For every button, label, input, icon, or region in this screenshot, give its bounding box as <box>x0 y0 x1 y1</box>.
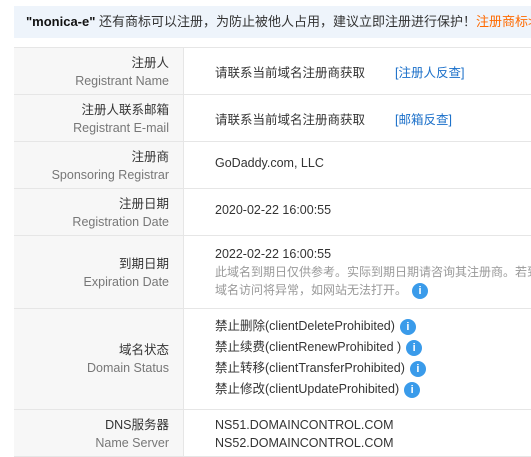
info-icon[interactable]: i <box>412 282 429 299</box>
value-email: 请联系当前域名注册商获取 [邮箱反查] <box>215 95 531 128</box>
label-zh: 域名状态 <box>118 343 169 357</box>
value-registrar: GoDaddy.com, LLC <box>215 156 324 170</box>
notice-brand: "monica-e" <box>26 14 96 29</box>
row-registrar: 注册商 Sponsoring Registrar GoDaddy.com, LL… <box>14 142 531 189</box>
status-text: 禁止修改(clientUpdateProhibited) <box>215 382 400 396</box>
name-server-1: NS51.DOMAINCONTROL.COM <box>215 418 394 432</box>
status-item: 禁止修改(clientUpdateProhibited) i <box>215 379 531 400</box>
value-domain-status: 禁止删除(clientDeleteProhibited) i 禁止续费(clien… <box>215 309 531 400</box>
name-server-2: NS52.DOMAINCONTROL.COM <box>215 436 394 450</box>
label-zh: 注册商 <box>131 150 169 164</box>
label-registrar: 注册商 Sponsoring Registrar <box>14 142 184 188</box>
trademark-notice: "monica-e" 还有商标可以注册，为防止被他人占用，建议立即注册进行保护！… <box>14 6 531 38</box>
info-icon[interactable]: i <box>399 318 416 335</box>
label-en: Registration Date <box>72 215 169 229</box>
registrant-lookup-link[interactable]: [注册人反查] <box>395 66 464 80</box>
label-en: Name Server <box>95 436 169 450</box>
label-name-server: DNS服务器 Name Server <box>14 410 184 456</box>
expiration-note: 此域名到期日仅供参考。实际到期日期请咨询其注册商。若到 <box>215 265 531 279</box>
label-en: Sponsoring Registrar <box>51 168 169 182</box>
row-registration-date: 注册日期 Registration Date 2020-02-22 16:00:… <box>14 189 531 236</box>
label-zh: DNS服务器 <box>105 418 169 432</box>
row-registrant: 注册人 Registrant Name 请联系当前域名注册商获取 [注册人反查] <box>14 48 531 95</box>
registrant-value: 请联系当前域名注册商获取 <box>215 66 366 80</box>
label-zh: 到期日期 <box>118 257 169 271</box>
info-icon[interactable]: i <box>409 360 426 377</box>
register-trademark-link[interactable]: 注册商标>> <box>476 14 531 29</box>
row-expiration-date: 到期日期 Expiration Date 2022-02-22 16:00:55… <box>14 236 531 309</box>
whois-table: 注册人 Registrant Name 请联系当前域名注册商获取 [注册人反查] … <box>14 47 531 457</box>
value-registrant: 请联系当前域名注册商获取 [注册人反查] <box>215 48 531 81</box>
expiration-note-line2: 域名访问将异常，如网站无法打开。 i <box>215 281 531 299</box>
email-lookup-link[interactable]: [邮箱反查] <box>395 113 452 127</box>
value-expiration-date: 2022-02-22 16:00:55 此域名到期日仅供参考。实际到期日期请咨询… <box>215 236 531 299</box>
label-domain-status: 域名状态 Domain Status <box>14 309 184 409</box>
label-zh: 注册人 <box>131 56 169 70</box>
label-zh: 注册人联系邮箱 <box>81 103 169 117</box>
status-text: 禁止删除(clientDeleteProhibited) <box>215 319 395 333</box>
email-value: 请联系当前域名注册商获取 <box>215 113 366 127</box>
status-item: 禁止删除(clientDeleteProhibited) i <box>215 316 531 337</box>
label-zh: 注册日期 <box>118 197 169 211</box>
label-registration-date: 注册日期 Registration Date <box>14 189 184 235</box>
label-en: Domain Status <box>87 361 169 375</box>
info-icon[interactable]: i <box>406 339 423 356</box>
info-icon[interactable]: i <box>404 381 421 398</box>
label-en: Registrant Name <box>75 74 169 88</box>
label-expiration-date: 到期日期 Expiration Date <box>14 236 184 308</box>
expiration-note-text: 域名访问将异常，如网站无法打开。 <box>215 283 408 297</box>
value-registration-date: 2020-02-22 16:00:55 <box>215 203 332 217</box>
label-email: 注册人联系邮箱 Registrant E-mail <box>14 95 184 141</box>
label-en: Registrant E-mail <box>73 121 169 135</box>
row-domain-status: 域名状态 Domain Status 禁止删除(clientDeleteProh… <box>14 309 531 410</box>
status-item: 禁止转移(clientTransferProhibited) i <box>215 358 531 379</box>
status-text: 禁止转移(clientTransferProhibited) <box>215 361 405 375</box>
row-name-server: DNS服务器 Name Server NS51.DOMAINCONTROL.CO… <box>14 410 531 457</box>
expiration-value: 2022-02-22 16:00:55 <box>215 247 332 261</box>
label-en: Expiration Date <box>83 275 169 289</box>
label-registrant: 注册人 Registrant Name <box>14 48 184 94</box>
status-text: 禁止续费(clientRenewProhibited ) <box>215 340 402 354</box>
status-item: 禁止续费(clientRenewProhibited ) i <box>215 337 531 358</box>
row-email: 注册人联系邮箱 Registrant E-mail 请联系当前域名注册商获取 [邮… <box>14 95 531 142</box>
notice-message: 还有商标可以注册，为防止被他人占用，建议立即注册进行保护！ <box>95 14 477 29</box>
